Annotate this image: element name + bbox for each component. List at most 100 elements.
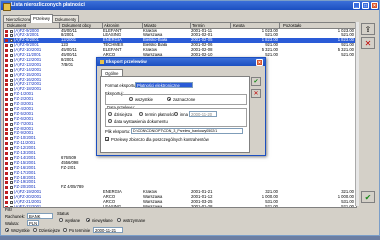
status-radio-wyslane[interactable] [59, 218, 63, 222]
row-checkbox[interactable] [10, 98, 13, 102]
column-header-miasto[interactable]: Miasto [143, 23, 191, 28]
eksportuj-radio-wszystkie[interactable] [129, 97, 133, 101]
row-status-icon [5, 152, 8, 155]
row-status-icon [5, 156, 8, 160]
data-radio-termin[interactable] [139, 112, 143, 116]
row-checkbox[interactable] [10, 176, 13, 180]
row-checkbox[interactable] [10, 186, 13, 190]
column-header-dokument-obcy[interactable]: Dokument obcy [61, 23, 103, 28]
maximize-button[interactable]: □ [362, 2, 369, 9]
row-checkbox[interactable] [10, 122, 13, 126]
row-status-icon [5, 191, 8, 195]
date-field[interactable]: 2000-11-21 [93, 227, 123, 233]
dialog-panel: Format eksportu: Płatności elektroniczne… [100, 76, 250, 153]
row-status-icon [5, 161, 8, 165]
row-status-icon [5, 88, 8, 92]
data-przelewu-group [105, 108, 247, 127]
row-checkbox[interactable] [10, 44, 13, 48]
column-header-pozostalo[interactable]: Pozostało [282, 23, 356, 28]
row-checkbox[interactable] [10, 49, 13, 53]
scope-radio-dzisiejsze[interactable] [33, 228, 37, 232]
row-status-icon [5, 186, 8, 190]
scope-radio-wszystkie[interactable] [5, 228, 9, 232]
row-checkbox[interactable] [10, 68, 13, 72]
row-checkbox[interactable] [10, 161, 13, 165]
dialog-title-bar: Eksport przelewów × [97, 58, 265, 66]
row-checkbox[interactable] [10, 166, 13, 170]
row-checkbox[interactable] [10, 39, 13, 43]
row-checkbox[interactable] [10, 29, 13, 33]
column-header-kwota[interactable]: Kwota [232, 23, 280, 28]
status-radio-niewyslane[interactable] [86, 218, 90, 222]
row-status-icon [5, 201, 8, 204]
data-radio-wystawienia[interactable] [108, 119, 112, 123]
row-checkbox[interactable] [10, 83, 13, 87]
row-status-icon [5, 93, 8, 97]
scope-radio-po-terminie[interactable] [63, 228, 67, 232]
row-checkbox[interactable] [10, 171, 13, 175]
row-status-icon [5, 78, 8, 82]
row-checkbox[interactable] [10, 201, 13, 204]
vertical-scrollbar[interactable] [355, 22, 359, 206]
column-header-termin[interactable]: Termin [191, 23, 231, 28]
dialog-cancel-button[interactable]: ✕ [251, 89, 261, 98]
row-checkbox[interactable] [10, 103, 13, 106]
dialog-close-button[interactable]: × [256, 58, 263, 66]
row-checkbox[interactable] [10, 34, 13, 38]
status-niewyslane-label: niewysłane [92, 218, 113, 223]
waluta-select[interactable]: PLN [27, 220, 39, 226]
row-checkbox[interactable] [10, 78, 13, 82]
data-inna-field[interactable]: 2000-11-20 [189, 111, 217, 117]
row-checkbox[interactable] [10, 88, 13, 92]
plik-field[interactable]: D:\CDN\CDN\OPT\CDN_3_Przelew_bankowy0502… [131, 128, 243, 134]
zbiorczo-checkbox[interactable] [105, 137, 109, 142]
row-status-icon [5, 166, 8, 170]
row-status-icon [5, 58, 8, 62]
row-checkbox[interactable] [10, 54, 13, 57]
row-checkbox[interactable] [10, 58, 13, 62]
row-checkbox[interactable] [10, 156, 13, 160]
format-label: Format eksportu: [105, 83, 137, 88]
row-status-icon [5, 137, 8, 141]
row-checkbox[interactable] [10, 132, 13, 136]
format-select[interactable]: Płatności elektroniczne [135, 82, 193, 88]
status-radio-wstrzymane[interactable] [117, 218, 121, 222]
dialog-ok-button[interactable]: ✔ [251, 77, 261, 86]
row-checkbox[interactable] [10, 127, 13, 131]
row-checkbox[interactable] [10, 107, 13, 111]
rachunek-label: Rachunek: [5, 214, 26, 219]
column-header-akronim[interactable]: Akronim [103, 23, 143, 28]
row-checkbox[interactable] [10, 196, 13, 200]
minimize-button[interactable]: _ [353, 2, 360, 9]
row-checkbox[interactable] [10, 147, 13, 151]
row-checkbox[interactable] [10, 152, 13, 155]
app-icon [3, 2, 11, 11]
rachunek-select[interactable]: BANK [27, 213, 53, 219]
close-button[interactable]: × [371, 2, 378, 9]
row-checkbox[interactable] [10, 191, 13, 195]
column-header-dokument[interactable]: Dokument [6, 23, 60, 28]
title-bar: Lista nierozliczonych płatności _ □ × [1, 1, 379, 11]
zbiorczo-label: Przelewy zbiorczo dla poszczególnych kon… [111, 137, 209, 142]
row-checkbox[interactable] [10, 142, 13, 146]
export-icon[interactable]: ⇪ [361, 23, 375, 35]
row-checkbox[interactable] [10, 181, 13, 185]
row-checkbox[interactable] [10, 93, 13, 97]
row-checkbox[interactable] [10, 73, 13, 77]
confirm-button[interactable]: ✔ [361, 191, 375, 203]
tab-przelewy[interactable]: Przelewy [30, 14, 53, 23]
data-radio-dzisiejsza[interactable] [108, 112, 112, 116]
data-radio-inna[interactable] [174, 112, 178, 116]
eksportuj-radio-zaznaczone[interactable] [167, 97, 171, 101]
filter-label: Filtr [5, 207, 12, 212]
delete-icon[interactable]: ✕ [361, 37, 375, 49]
status-wyslane-label: wysłane [65, 218, 81, 223]
row-checkbox[interactable] [10, 137, 13, 141]
row-checkbox[interactable] [10, 63, 13, 67]
row-checkbox[interactable] [10, 112, 13, 116]
row-status-icon [5, 73, 8, 77]
status-label: Status [57, 211, 69, 216]
row-status-icon [5, 103, 8, 106]
row-checkbox[interactable] [10, 117, 13, 121]
main-window: Lista nierozliczonych płatności _ □ × Ni… [0, 0, 380, 236]
